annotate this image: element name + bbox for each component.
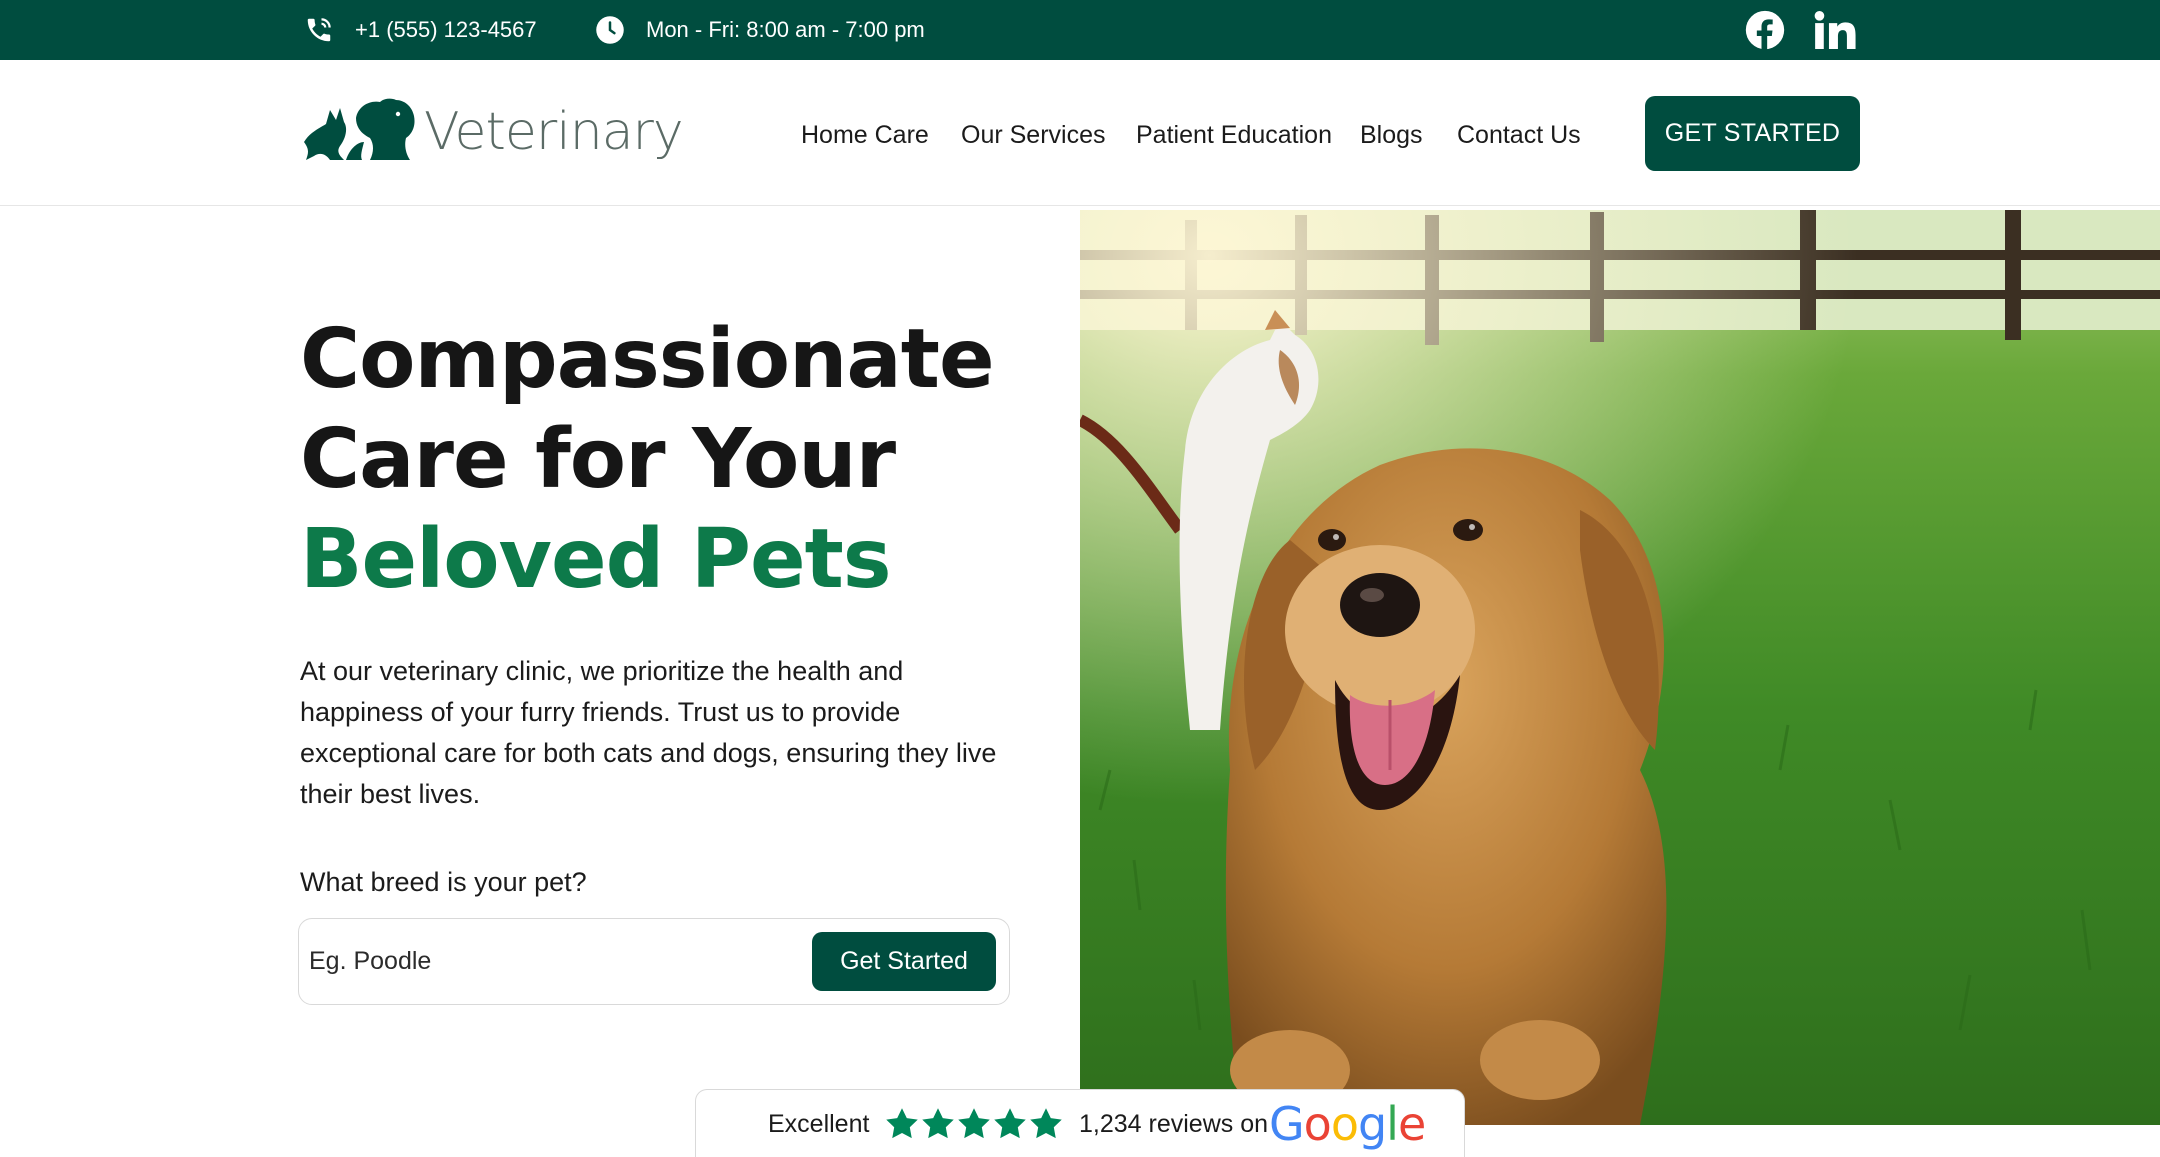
nav-blogs[interactable]: Blogs bbox=[1360, 110, 1423, 160]
nav-patient-education[interactable]: Patient Education bbox=[1136, 110, 1332, 160]
review-count: 1,234 reviews on bbox=[1079, 1110, 1269, 1138]
top-info-bar: +1 (555) 123-4567 Mon - Fri: 8:00 am - 7… bbox=[0, 0, 2160, 60]
hero-title-line2: Care for Your bbox=[300, 412, 896, 507]
facebook-icon[interactable] bbox=[1743, 8, 1787, 52]
hero-title-line1: Compassionate bbox=[300, 312, 995, 407]
linkedin-icon[interactable] bbox=[1812, 8, 1858, 52]
star-icon bbox=[994, 1108, 1026, 1139]
phone-icon bbox=[303, 14, 335, 46]
breed-search-form: Get Started bbox=[298, 918, 1010, 1005]
breed-input[interactable] bbox=[309, 931, 749, 991]
star-icon bbox=[958, 1108, 990, 1139]
google-review-badge[interactable]: Excellent 1,234 reviews on Google bbox=[695, 1089, 1465, 1157]
breed-get-started-button[interactable]: Get Started bbox=[812, 932, 996, 991]
logo-text: Veterinary bbox=[424, 102, 684, 162]
clock-icon bbox=[594, 14, 626, 46]
star-icon bbox=[1030, 1108, 1062, 1139]
nav-our-services[interactable]: Our Services bbox=[961, 110, 1105, 160]
hero-title-accent: Beloved Pets bbox=[300, 512, 892, 607]
hero-title: Compassionate Care for Your Beloved Pets bbox=[300, 310, 1080, 610]
pets-logo-icon bbox=[304, 98, 415, 160]
nav-contact-us[interactable]: Contact Us bbox=[1457, 110, 1581, 160]
star-icon bbox=[922, 1108, 954, 1139]
hours-text: Mon - Fri: 8:00 am - 7:00 pm bbox=[646, 17, 925, 42]
nav-home-care[interactable]: Home Care bbox=[801, 110, 929, 160]
review-rating-word: Excellent bbox=[768, 1110, 870, 1138]
site-logo[interactable]: Veterinary bbox=[300, 92, 684, 172]
breed-question-label: What breed is your pet? bbox=[300, 867, 587, 897]
star-icon bbox=[886, 1108, 918, 1139]
hero-pet-photo bbox=[1080, 210, 2160, 1125]
rating-stars bbox=[884, 1106, 1064, 1142]
phone-contact[interactable]: +1 (555) 123-4567 bbox=[303, 0, 537, 60]
google-logo: Google bbox=[1269, 1097, 1426, 1151]
hero-description: At our veterinary clinic, we prioritize … bbox=[300, 656, 997, 809]
get-started-header-button[interactable]: GET STARTED bbox=[1645, 96, 1860, 171]
opening-hours: Mon - Fri: 8:00 am - 7:00 pm bbox=[594, 0, 925, 60]
phone-number: +1 (555) 123-4567 bbox=[355, 17, 537, 42]
